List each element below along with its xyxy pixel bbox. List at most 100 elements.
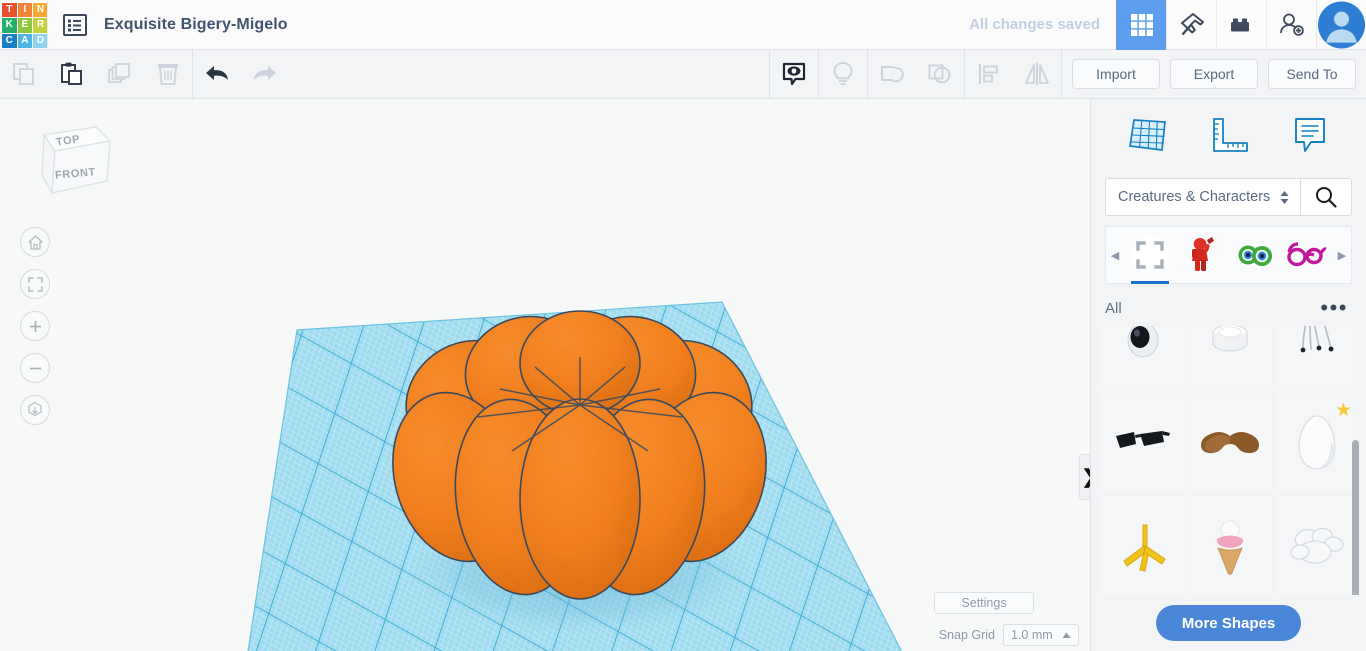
- main-toolbar: Import Export Send To: [0, 49, 1366, 99]
- all-filter-label[interactable]: All: [1105, 300, 1122, 317]
- plus-icon: [29, 320, 41, 332]
- shape-whiskers[interactable]: [1275, 326, 1359, 390]
- perspective-toggle-button[interactable]: [20, 395, 50, 425]
- avatar[interactable]: [1316, 0, 1366, 50]
- zoom-out-button[interactable]: [20, 353, 50, 383]
- tinkercad-app: T I N K E R C A D Exquisite Bigery-Migel…: [0, 0, 1366, 651]
- magenta-glasses-icon: [1287, 242, 1327, 267]
- notes-tool-icon[interactable]: [1286, 111, 1334, 159]
- workplane-tool-icon[interactable]: [1124, 111, 1172, 159]
- design-grid-button[interactable]: [1116, 0, 1166, 50]
- fit-view-button[interactable]: [20, 269, 50, 299]
- panel-tool-icons: [1091, 99, 1366, 171]
- ungroup-button[interactable]: [916, 50, 964, 99]
- group-button[interactable]: [868, 50, 916, 99]
- shape-category-tabs: ◀ ▶: [1105, 226, 1352, 284]
- settings-button[interactable]: Settings: [934, 592, 1034, 614]
- search-button[interactable]: [1300, 178, 1352, 216]
- tab-eyes[interactable]: [1229, 226, 1281, 284]
- shape-search-row: Creatures & Characters: [1091, 171, 1366, 223]
- fit-frame-icon: [27, 276, 43, 292]
- align-button[interactable]: [965, 50, 1013, 99]
- tinkercad-logo[interactable]: T I N K E R C A D: [1, 2, 48, 49]
- delete-button[interactable]: [144, 50, 192, 99]
- paste-button[interactable]: [48, 50, 96, 99]
- header-divider: [47, 0, 48, 50]
- category-select-value: Creatures & Characters: [1118, 189, 1271, 205]
- whiskers-icon: [1300, 326, 1334, 353]
- mustache-icon: [1201, 432, 1259, 454]
- bird-foot-icon: [1123, 524, 1166, 572]
- blocks-button[interactable]: [1216, 0, 1266, 50]
- shape-eye[interactable]: [1101, 326, 1185, 390]
- cube-arrow-icon: [28, 401, 42, 417]
- category-select[interactable]: Creatures & Characters: [1105, 178, 1300, 216]
- logo-cell: D: [33, 33, 48, 49]
- redo-button[interactable]: [241, 50, 289, 99]
- shape-panel-scrollbar[interactable]: [1352, 440, 1359, 595]
- shape-grid: ★: [1101, 326, 1362, 595]
- design-canvas[interactable]: Workplane: [0, 99, 1090, 651]
- tab-characters[interactable]: [1176, 226, 1228, 284]
- shape-egg[interactable]: ★: [1275, 393, 1359, 493]
- shape-sunglasses[interactable]: [1101, 393, 1185, 493]
- egg-icon: [1298, 415, 1336, 470]
- red-figure-icon: [1192, 237, 1215, 271]
- view-tools: [770, 49, 1061, 99]
- tab-prev-arrow[interactable]: ◀: [1106, 226, 1124, 284]
- more-shapes-button[interactable]: More Shapes: [1155, 605, 1302, 641]
- ice-cream-cone-icon: [1216, 520, 1244, 575]
- shape-grid-container[interactable]: ★: [1101, 326, 1362, 595]
- duplicate-button[interactable]: [96, 50, 144, 99]
- home-view-button[interactable]: [20, 227, 50, 257]
- workplane-scene: Workplane: [233, 301, 925, 651]
- shape-paw[interactable]: [1275, 496, 1359, 595]
- shape-ice-cream[interactable]: [1188, 496, 1272, 595]
- show-hide-button[interactable]: [770, 50, 818, 99]
- shape-mustache[interactable]: [1188, 393, 1272, 493]
- more-shapes-row: More Shapes: [1091, 595, 1366, 651]
- tab-all-shapes[interactable]: [1124, 226, 1176, 284]
- shape-tooth[interactable]: [1188, 326, 1272, 390]
- sunglasses-icon: [1116, 431, 1170, 448]
- panel-collapse-handle[interactable]: ❯: [1079, 454, 1090, 500]
- view-cube[interactable]: TOP FRONT: [22, 113, 118, 209]
- shape-bird-foot[interactable]: [1101, 496, 1185, 595]
- snap-grid-control: Snap Grid 1.0 mm: [939, 624, 1079, 646]
- shapes-panel: Creatures & Characters ◀ ▶ All ••• ★ Mor…: [1090, 99, 1366, 651]
- undo-button[interactable]: [193, 50, 241, 99]
- logo-cell: I: [17, 2, 33, 18]
- panel-menu-button[interactable]: •••: [1320, 297, 1348, 319]
- invite-button[interactable]: [1266, 0, 1316, 50]
- shape-filter-row: All •••: [1091, 290, 1366, 326]
- search-icon: [1316, 187, 1337, 208]
- send-to-button[interactable]: Send To: [1268, 59, 1356, 89]
- tab-next-arrow[interactable]: ▶: [1333, 226, 1351, 284]
- tab-glasses[interactable]: [1281, 226, 1333, 284]
- view-navigation-controls: [20, 227, 50, 437]
- highlight-button[interactable]: [819, 50, 867, 99]
- caret-up-icon: [1062, 632, 1071, 638]
- logo-cell: R: [33, 18, 48, 33]
- ruler-tool-icon[interactable]: [1205, 111, 1253, 159]
- mirror-button[interactable]: [1013, 50, 1061, 99]
- document-list-icon[interactable]: [62, 12, 88, 38]
- history-tools: [193, 50, 289, 99]
- logo-cell: E: [17, 18, 33, 33]
- white-cylinder-icon: [1212, 326, 1248, 352]
- star-badge[interactable]: ★: [1335, 399, 1352, 422]
- snap-grid-value: 1.0 mm: [1011, 628, 1053, 642]
- home-icon: [27, 234, 43, 250]
- snap-grid-select[interactable]: 1.0 mm: [1003, 624, 1079, 646]
- select-stepper-icon: [1280, 190, 1289, 204]
- zoom-in-button[interactable]: [20, 311, 50, 341]
- copy-button[interactable]: [0, 50, 48, 99]
- logo-cell: T: [2, 2, 17, 18]
- minus-icon: [29, 367, 41, 369]
- paw-icon: [1290, 527, 1344, 564]
- codeblocks-button[interactable]: [1166, 0, 1216, 50]
- logo-cell: A: [17, 33, 33, 49]
- shape-bracket-icon: [1132, 237, 1169, 273]
- export-button[interactable]: Export: [1170, 59, 1258, 89]
- import-button[interactable]: Import: [1072, 59, 1160, 89]
